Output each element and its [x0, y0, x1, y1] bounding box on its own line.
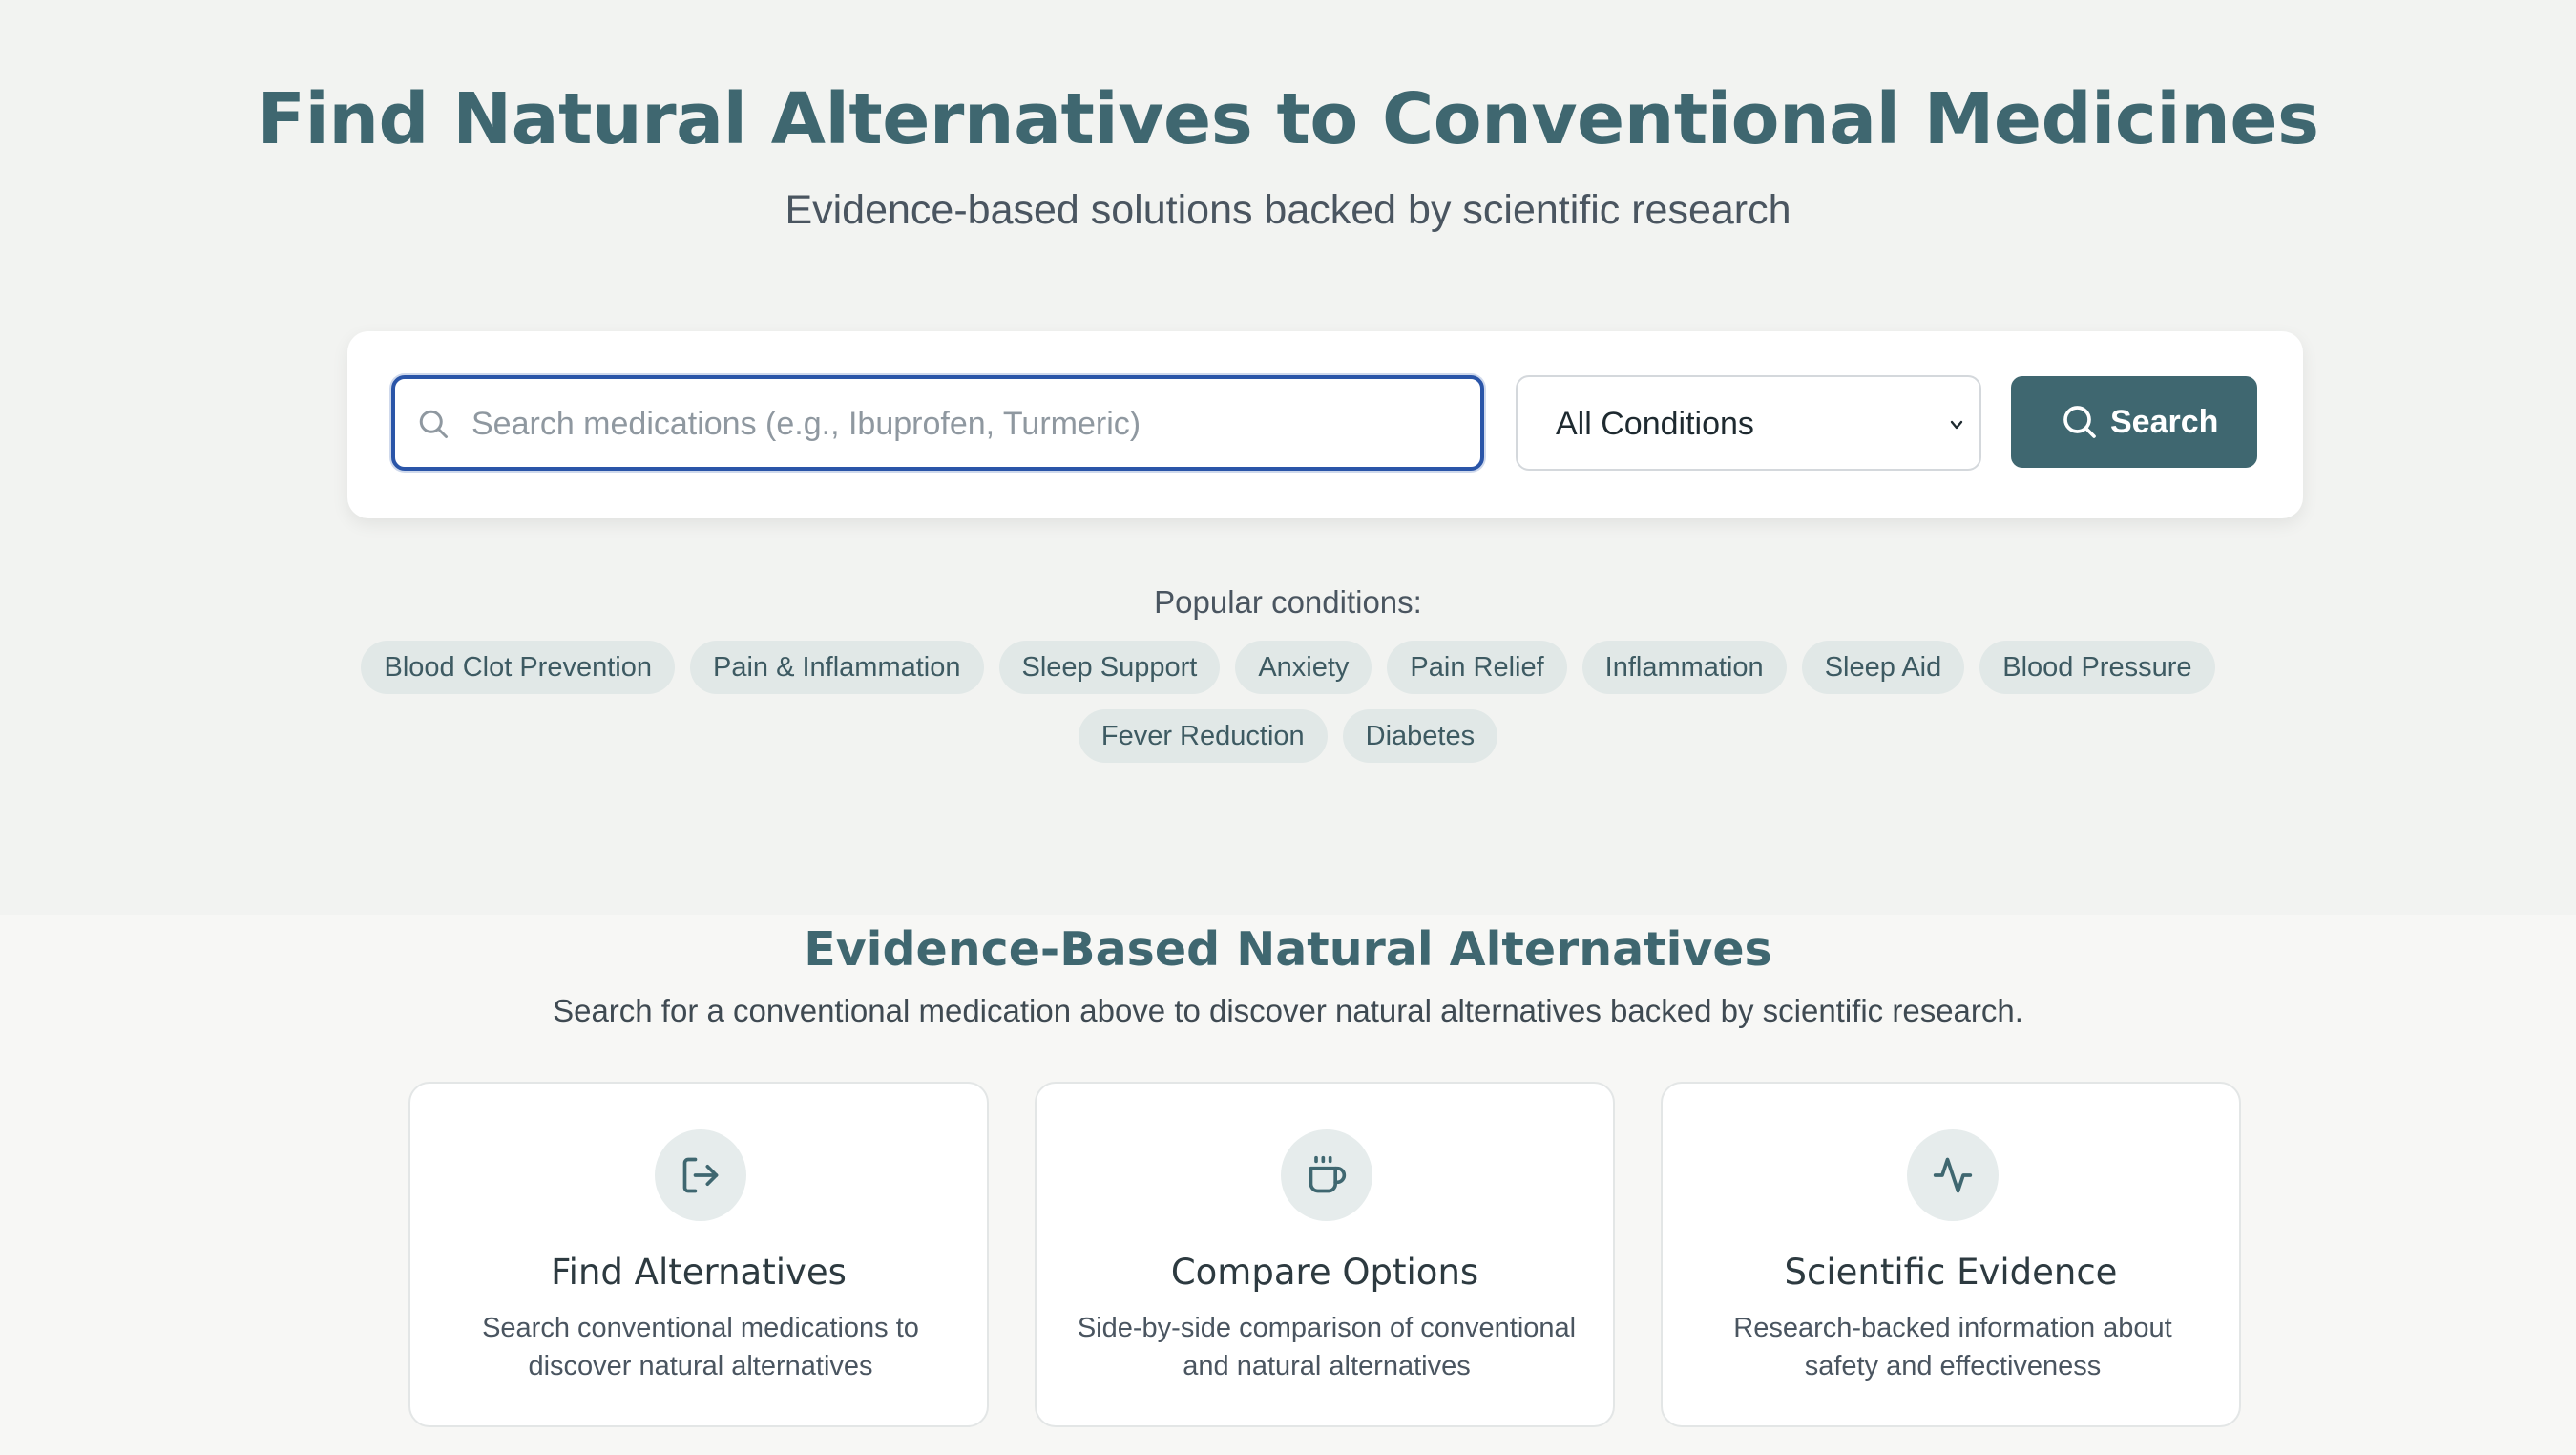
condition-chip[interactable]: Blood Clot Prevention: [361, 641, 675, 694]
section-subtitle: Search for a conventional medication abo…: [553, 993, 2023, 1028]
condition-chip[interactable]: Fever Reduction: [1078, 709, 1328, 763]
search-card: All Conditions Search: [347, 331, 2303, 518]
search-button-label: Search: [2110, 404, 2219, 440]
condition-chip[interactable]: Pain Relief: [1387, 641, 1567, 694]
search-icon: [2061, 403, 2099, 441]
feature-title: Find Alternatives: [551, 1252, 847, 1293]
popular-conditions-label: Popular conditions:: [1154, 584, 1422, 620]
condition-chip[interactable]: Pain & Inflammation: [689, 641, 984, 694]
condition-select[interactable]: All Conditions: [1516, 375, 1981, 471]
chevron-down-icon: [1947, 415, 1966, 434]
condition-select-value: All Conditions: [1556, 406, 1754, 442]
search-field[interactable]: [391, 375, 1484, 471]
condition-chip[interactable]: Sleep Support: [998, 641, 1221, 694]
feature-card-scientific-evidence: Scientific Evidence Research-backed info…: [1661, 1082, 2241, 1427]
feature-description: Side-by-side comparison of conventional …: [1077, 1313, 1577, 1381]
feature-card-find-alternatives: Find Alternatives Search conventional me…: [408, 1082, 989, 1427]
search-input[interactable]: [471, 396, 1464, 452]
exit-arrow-icon: [655, 1129, 746, 1221]
condition-chip[interactable]: Sleep Aid: [1801, 641, 1965, 694]
condition-chip[interactable]: Diabetes: [1342, 709, 1498, 763]
feature-title: Scientific Evidence: [1784, 1252, 2118, 1293]
condition-chip[interactable]: Inflammation: [1581, 641, 1787, 694]
coffee-cup-icon: [1281, 1129, 1372, 1221]
feature-description: Research-backed information about safety…: [1733, 1313, 2172, 1381]
features-section: Evidence-Based Natural Alternatives Sear…: [0, 915, 2576, 1455]
page-title: Find Natural Alternatives to Conventiona…: [257, 78, 2319, 160]
page-subtitle: Evidence-based solutions backed by scien…: [785, 187, 1791, 233]
hero-section: Find Natural Alternatives to Conventiona…: [0, 0, 2576, 915]
condition-chip[interactable]: Blood Pressure: [1979, 641, 2215, 694]
popular-conditions-row-2: Fever Reduction Diabetes: [0, 709, 2576, 763]
search-icon: [416, 407, 450, 441]
feature-description: Search conventional medications to disco…: [482, 1313, 919, 1381]
condition-chip[interactable]: Anxiety: [1235, 641, 1372, 694]
feature-title: Compare Options: [1170, 1252, 1479, 1293]
popular-conditions-row-1: Blood Clot Prevention Pain & Inflammatio…: [0, 641, 2576, 694]
search-button[interactable]: Search: [2011, 376, 2257, 468]
activity-pulse-icon: [1907, 1129, 1999, 1221]
section-title: Evidence-Based Natural Alternatives: [804, 922, 1772, 977]
feature-card-compare-options: Compare Options Side-by-side comparison …: [1035, 1082, 1615, 1427]
